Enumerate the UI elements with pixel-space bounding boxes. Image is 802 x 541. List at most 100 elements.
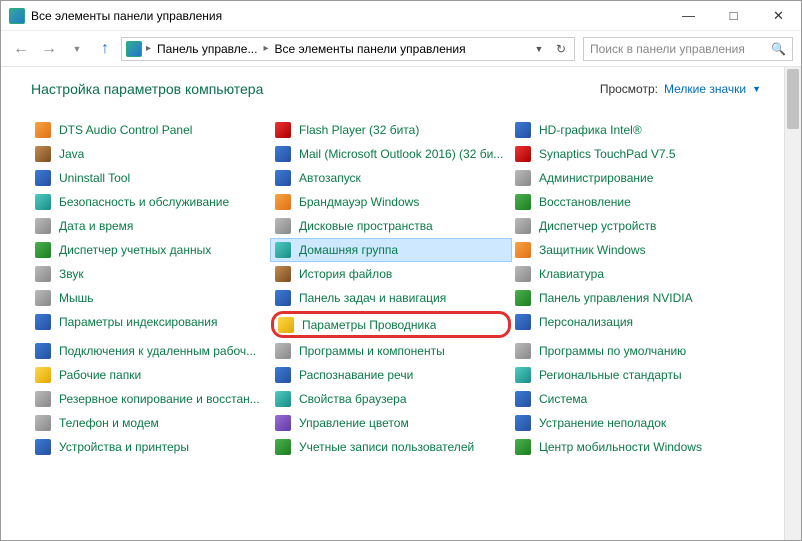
control-panel-item[interactable]: Телефон и модем bbox=[31, 412, 271, 434]
control-panel-item[interactable]: Персонализация bbox=[511, 311, 751, 333]
item-label: Устройства и принтеры bbox=[59, 440, 189, 454]
item-icon bbox=[515, 367, 531, 383]
control-panel-item[interactable]: Диспетчер учетных данных bbox=[31, 239, 271, 261]
control-panel-item[interactable]: DTS Audio Control Panel bbox=[31, 119, 271, 141]
item-label: Uninstall Tool bbox=[59, 171, 130, 185]
control-panel-item[interactable]: Программы по умолчанию bbox=[511, 340, 751, 362]
item-label: Учетные записи пользователей bbox=[299, 440, 474, 454]
breadcrumb-seg2[interactable]: Все элементы панели управления bbox=[270, 42, 469, 56]
control-panel-item[interactable]: Домашняя группа bbox=[271, 239, 511, 261]
item-label: Flash Player (32 бита) bbox=[299, 123, 419, 137]
control-panel-item[interactable]: Брандмауэр Windows bbox=[271, 191, 511, 213]
control-panel-item[interactable]: Система bbox=[511, 388, 751, 410]
minimize-button[interactable]: ― bbox=[666, 1, 711, 31]
item-label: DTS Audio Control Panel bbox=[59, 123, 192, 137]
control-panel-item[interactable]: Диспетчер устройств bbox=[511, 215, 751, 237]
chevron-right-icon[interactable]: ▸ bbox=[261, 43, 270, 54]
control-panel-item[interactable]: Резервное копирование и восстан... bbox=[31, 388, 271, 410]
item-icon bbox=[275, 122, 291, 138]
control-panel-item[interactable]: История файлов bbox=[271, 263, 511, 285]
item-icon bbox=[35, 218, 51, 234]
control-panel-item[interactable]: Mail (Microsoft Outlook 2016) (32 би... bbox=[271, 143, 511, 165]
control-panel-item[interactable]: Параметры Проводника bbox=[274, 314, 508, 335]
control-panel-item[interactable]: Устранение неполадок bbox=[511, 412, 751, 434]
control-panel-item[interactable]: Java bbox=[31, 143, 271, 165]
item-label: Устранение неполадок bbox=[539, 416, 666, 430]
address-icon bbox=[126, 41, 142, 57]
recent-dropdown[interactable]: ▼ bbox=[65, 37, 89, 61]
up-button[interactable]: ↑ bbox=[93, 37, 117, 61]
control-panel-item[interactable]: Рабочие папки bbox=[31, 364, 271, 386]
item-label: Система bbox=[539, 392, 587, 406]
refresh-button[interactable]: ↻ bbox=[550, 38, 572, 60]
control-panel-item[interactable]: Flash Player (32 бита) bbox=[271, 119, 511, 141]
search-input[interactable]: Поиск в панели управления 🔍 bbox=[583, 37, 793, 61]
search-placeholder: Поиск в панели управления bbox=[590, 42, 765, 56]
control-panel-item[interactable]: Дата и время bbox=[31, 215, 271, 237]
control-panel-item[interactable]: Программы и компоненты bbox=[271, 340, 511, 362]
scrollbar-thumb[interactable] bbox=[787, 69, 799, 129]
control-panel-item[interactable]: Мышь bbox=[31, 287, 271, 309]
item-label: Администрирование bbox=[539, 171, 653, 185]
address-bar[interactable]: ▸ Панель управле... ▸ Все элементы панел… bbox=[121, 37, 575, 61]
control-panel-item[interactable]: Synaptics TouchPad V7.5 bbox=[511, 143, 751, 165]
item-icon bbox=[35, 415, 51, 431]
vertical-scrollbar[interactable] bbox=[784, 67, 801, 540]
control-panel-item[interactable]: Устройства и принтеры bbox=[31, 436, 271, 458]
chevron-right-icon[interactable]: ▸ bbox=[144, 43, 153, 54]
item-label: Параметры индексирования bbox=[59, 315, 217, 329]
back-button[interactable]: ← bbox=[9, 37, 33, 61]
item-label: Дисковые пространства bbox=[299, 219, 433, 233]
control-panel-item[interactable]: Дисковые пространства bbox=[271, 215, 511, 237]
item-label: Брандмауэр Windows bbox=[299, 195, 419, 209]
control-panel-item[interactable]: Подключения к удаленным рабоч... bbox=[31, 340, 271, 362]
control-panel-icon bbox=[9, 8, 25, 24]
item-icon bbox=[275, 266, 291, 282]
control-panel-item[interactable]: Uninstall Tool bbox=[31, 167, 271, 189]
item-icon bbox=[275, 343, 291, 359]
control-panel-item[interactable]: Восстановление bbox=[511, 191, 751, 213]
close-button[interactable]: ✕ bbox=[756, 1, 801, 31]
control-panel-item[interactable]: Учетные записи пользователей bbox=[271, 436, 511, 458]
item-label: Автозапуск bbox=[299, 171, 361, 185]
item-icon bbox=[35, 367, 51, 383]
item-icon bbox=[515, 439, 531, 455]
item-icon bbox=[35, 314, 51, 330]
item-icon bbox=[275, 415, 291, 431]
control-panel-item[interactable]: Панель задач и навигация bbox=[271, 287, 511, 309]
control-panel-item[interactable]: Региональные стандарты bbox=[511, 364, 751, 386]
control-panel-item[interactable]: Звук bbox=[31, 263, 271, 285]
control-panel-item[interactable]: Клавиатура bbox=[511, 263, 751, 285]
forward-button[interactable]: → bbox=[37, 37, 61, 61]
item-label: Диспетчер устройств bbox=[539, 219, 656, 233]
control-panel-item[interactable]: Параметры индексирования bbox=[31, 311, 271, 333]
control-panel-item[interactable]: Свойства браузера bbox=[271, 388, 511, 410]
control-panel-item[interactable]: Защитник Windows bbox=[511, 239, 751, 261]
item-label: Synaptics TouchPad V7.5 bbox=[539, 147, 676, 161]
control-panel-item[interactable]: Центр мобильности Windows bbox=[511, 436, 751, 458]
item-icon bbox=[278, 317, 294, 333]
control-panel-item[interactable]: Администрирование bbox=[511, 167, 751, 189]
item-label: Параметры Проводника bbox=[302, 318, 436, 332]
control-panel-item[interactable]: Автозапуск bbox=[271, 167, 511, 189]
control-panel-item[interactable]: Распознавание речи bbox=[271, 364, 511, 386]
item-label: История файлов bbox=[299, 267, 392, 281]
item-label: Восстановление bbox=[539, 195, 631, 209]
view-value[interactable]: Мелкие значки bbox=[664, 82, 746, 96]
window-title: Все элементы панели управления bbox=[31, 9, 222, 23]
control-panel-item[interactable]: Панель управления NVIDIA bbox=[511, 287, 751, 309]
item-icon bbox=[515, 266, 531, 282]
item-icon bbox=[515, 391, 531, 407]
item-label: Домашняя группа bbox=[299, 243, 398, 257]
maximize-button[interactable]: □ bbox=[711, 1, 756, 31]
view-selector[interactable]: Просмотр: Мелкие значки ▼ bbox=[600, 82, 761, 96]
control-panel-item[interactable]: Управление цветом bbox=[271, 412, 511, 434]
control-panel-item[interactable]: Безопасность и обслуживание bbox=[31, 191, 271, 213]
item-icon bbox=[35, 170, 51, 186]
item-icon bbox=[35, 194, 51, 210]
address-dropdown[interactable]: ▼ bbox=[528, 38, 550, 60]
item-icon bbox=[275, 170, 291, 186]
item-icon bbox=[275, 194, 291, 210]
breadcrumb-seg1[interactable]: Панель управле... bbox=[153, 42, 261, 56]
control-panel-item[interactable]: HD-графика Intel® bbox=[511, 119, 751, 141]
